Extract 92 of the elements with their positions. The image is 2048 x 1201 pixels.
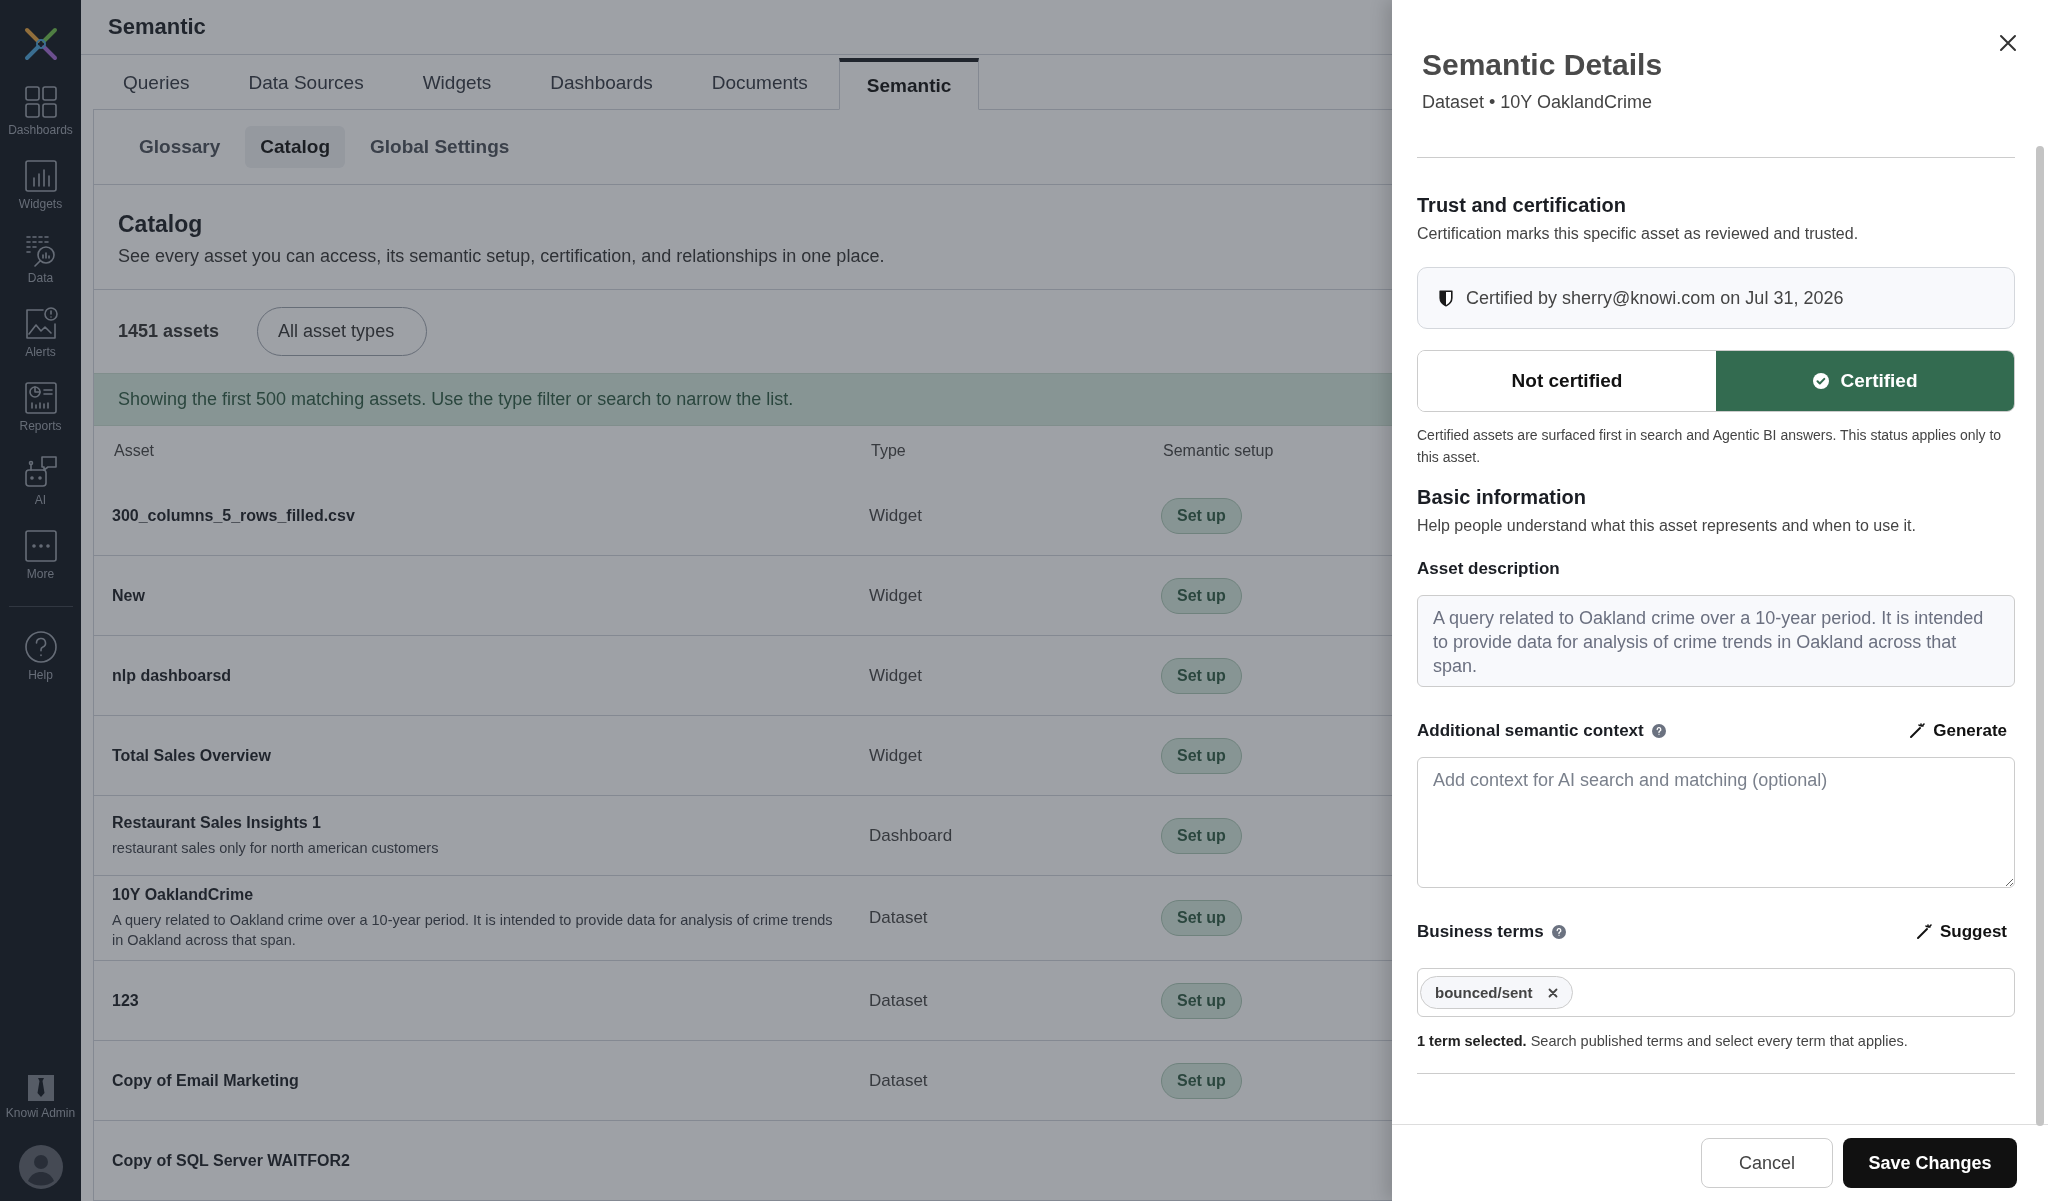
section-heading: Basic information <box>1417 486 1587 509</box>
nav-item[interactable]: Alerts <box>5 306 76 359</box>
asset-name: 10Y OaklandCrime <box>112 886 255 904</box>
asset-type: Dashboard <box>869 825 953 845</box>
asset-type: Dataset <box>869 908 928 927</box>
terms-field[interactable]: bounced/sent <box>1417 968 2015 1017</box>
set-up-button[interactable]: Set up <box>1161 982 1242 1019</box>
asset-description: restaurant sales only for north american customers <box>112 838 440 858</box>
set-up-button[interactable]: Set up <box>1161 817 1242 854</box>
report-icon <box>22 380 59 416</box>
section-title: Catalog <box>118 211 204 238</box>
help-text: 1 term selected. Search published terms and select every term that applies. <box>1417 1033 1909 1049</box>
generate-button[interactable]: Generate <box>1909 721 2015 741</box>
asset-type: Widget <box>869 745 922 765</box>
nav-item[interactable]: Dashboards <box>5 84 76 137</box>
remove-icon <box>1547 987 1558 998</box>
term-chip: bounced/sent <box>1420 976 1573 1009</box>
grid-icon <box>22 84 59 120</box>
drawer-subtitle: Dataset • 10Y OaklandCrime <box>1422 92 1654 113</box>
nav-item[interactable]: Widgets <box>5 158 76 211</box>
bar-chart-icon <box>22 158 59 194</box>
set-up-button[interactable]: Set up <box>1161 900 1242 936</box>
asset-type: Dataset <box>869 1070 928 1090</box>
more-icon <box>22 528 59 564</box>
section-description: See every asset you can access, its semantic setup, certification, and relationships in one place. <box>118 246 886 267</box>
type-filter-dropdown[interactable]: All asset types <box>257 307 428 356</box>
shield-icon <box>1438 289 1454 307</box>
robot-icon <box>22 454 59 490</box>
tab[interactable]: Documents <box>683 57 836 109</box>
field-label: Additional semantic context <box>1417 721 1644 741</box>
asset-count: 1451 assets <box>118 321 220 342</box>
set-up-button[interactable]: Set up <box>1161 577 1242 614</box>
field-label: Business terms <box>1417 922 1544 942</box>
set-up-button[interactable]: Set up <box>1161 1062 1242 1099</box>
asset-name: New <box>112 586 146 605</box>
cancel-button[interactable]: Cancel <box>1701 1138 1833 1188</box>
avatar-icon <box>18 1145 63 1189</box>
subtab[interactable]: Global Settings <box>355 126 525 168</box>
close-button[interactable] <box>1998 33 2018 53</box>
page-title: Semantic <box>108 14 206 41</box>
nav-item[interactable]: AI <box>5 454 76 507</box>
tab[interactable]: Semantic <box>838 58 980 110</box>
asset-name: nlp dashboarsd <box>112 666 233 685</box>
tab[interactable]: Dashboards <box>522 57 681 109</box>
asset-type: Widget <box>869 585 922 605</box>
help-icon <box>1551 925 1566 939</box>
asset-name: Restaurant Sales Insights 1 <box>112 813 322 832</box>
tie-icon <box>25 1073 56 1103</box>
asset-type: Widget <box>869 505 922 525</box>
info-banner: Showing the first 500 matching assets. Use the type filter or search to narrow the list. <box>94 373 1392 426</box>
subtab[interactable]: Glossary <box>124 126 236 168</box>
asset-name: Total Sales Overview <box>112 746 272 765</box>
column-header: Asset <box>113 442 155 460</box>
section-heading: Trust and certification <box>1417 194 1627 217</box>
tab[interactable]: Queries <box>95 57 218 109</box>
set-up-button[interactable]: Set up <box>1161 737 1242 774</box>
certification-text: Certified by sherry@knowi.com on Jul 31, 2026 <box>1466 287 1844 309</box>
magic-wand-icon <box>1915 924 1932 940</box>
help-text: Certified assets are surfaced first in search and Agentic BI answers. This status applies only to this asset. <box>1417 426 2003 467</box>
section-description: Certification marks this specific asset as reviewed and trusted. <box>1417 225 1860 243</box>
suggest-button[interactable]: Suggest <box>1915 922 2015 942</box>
asset-type: Dataset <box>869 990 928 1010</box>
asset-name: 123 <box>112 991 140 1010</box>
asset-description-field[interactable]: A query related to Oakland crime over a 10-year period. It is intended to provide data for analysis of crime trends in Oakland across that span. <box>1417 595 2015 687</box>
asset-name: Copy of SQL Server WAITFOR2 <box>112 1151 351 1170</box>
asset-description: A query related to Oakland crime over a 10-year period. It is intended to provide data for analysis of crime trends in Oakland across that span. <box>112 911 833 950</box>
column-header: Semantic setup <box>1162 442 1275 460</box>
set-up-button[interactable]: Set up <box>1161 657 1242 694</box>
tab[interactable]: Widgets <box>394 57 520 109</box>
help-icon <box>22 629 59 665</box>
subtab[interactable]: Catalog <box>245 126 345 168</box>
admin-nav-item[interactable]: Knowi Admin <box>5 1073 76 1120</box>
drawer-title: Semantic Details <box>1422 48 1664 82</box>
help-icon <box>1651 724 1666 738</box>
nav-item[interactable]: More <box>5 528 76 581</box>
set-up-button[interactable]: Set up <box>1161 497 1242 534</box>
close-icon <box>1998 33 2018 53</box>
help-nav-item[interactable]: Help <box>5 629 76 682</box>
column-header: Type <box>870 442 907 460</box>
asset-type: Widget <box>869 665 922 685</box>
tab[interactable]: Data Sources <box>220 57 392 109</box>
nav-item[interactable]: Data <box>5 232 76 285</box>
asset-name: 300_columns_5_rows_filled.csv <box>112 506 356 525</box>
asset-name: Copy of Email Marketing <box>112 1071 300 1090</box>
check-circle-icon <box>1812 372 1831 390</box>
certification-option[interactable]: Certified <box>1716 351 2014 411</box>
save-button[interactable]: Save Changes <box>1843 1138 2017 1188</box>
context-field[interactable]: Add context for AI search and matching (optional) <box>1417 757 2015 888</box>
nav-item[interactable]: Reports <box>5 380 76 433</box>
magic-wand-icon <box>1909 723 1926 739</box>
section-description: Help people understand what this asset represents and when to use it. <box>1417 517 1917 535</box>
field-label: Asset description <box>1417 559 1561 579</box>
